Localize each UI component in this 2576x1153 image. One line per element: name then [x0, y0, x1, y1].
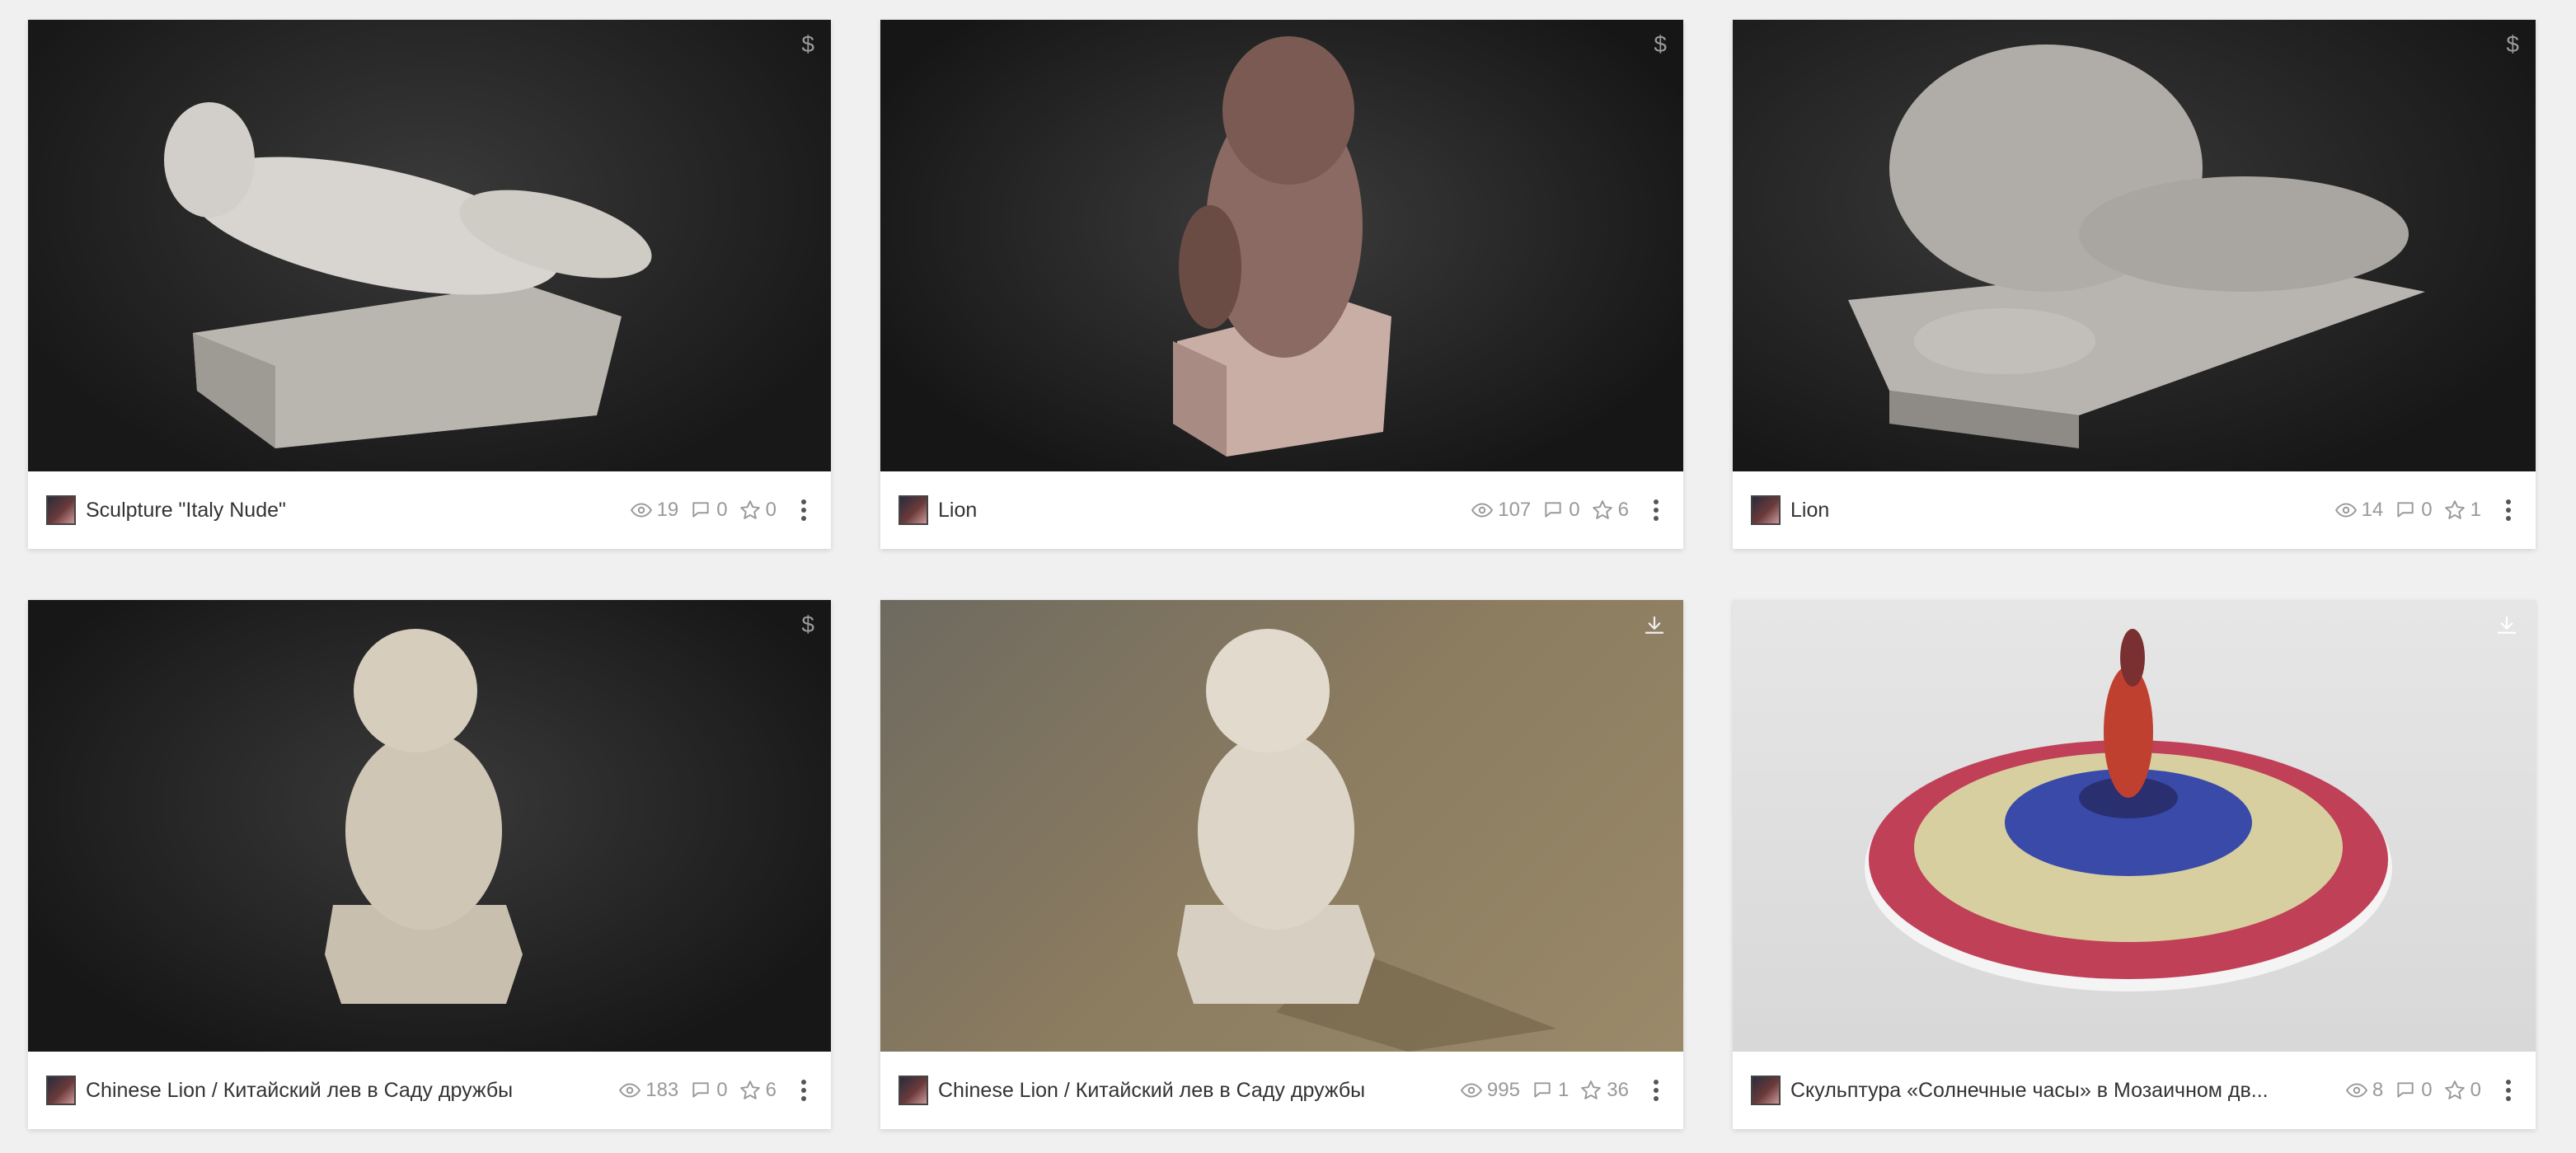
- likes-count: 6: [765, 1079, 777, 1101]
- comments-count: 1: [1557, 1079, 1570, 1101]
- sculpture-image: [164, 102, 652, 448]
- sculpture-image: [1865, 629, 2392, 991]
- model-card[interactable]: $ Sculpture "Italy Nude" 19 0 0: [28, 20, 831, 549]
- download-icon: [1642, 613, 1667, 638]
- model-thumbnail[interactable]: $: [28, 20, 831, 471]
- comments-count: 0: [2421, 499, 2433, 521]
- sculpture-image: [325, 629, 523, 1004]
- sculpture-image: [1173, 36, 1391, 457]
- eye-icon: [1460, 1083, 1482, 1098]
- eye-icon: [2345, 1083, 2367, 1098]
- comments-count: 0: [716, 1079, 728, 1101]
- sculpture-image: [1177, 629, 1556, 1052]
- more-options-icon[interactable]: [1644, 1074, 1668, 1107]
- comments-count: 0: [2421, 1079, 2433, 1101]
- model-grid: $ Sculpture "Italy Nude" 19 0 0 $ Lion 1…: [28, 20, 2536, 1129]
- views-stat: 995: [1460, 1079, 1520, 1102]
- model-title[interactable]: Chinese Lion / Китайский лев в Саду друж…: [938, 1079, 1436, 1103]
- comments-stat: 0: [1542, 499, 1580, 522]
- download-icon: [2494, 613, 2519, 638]
- views-count: 107: [1498, 499, 1532, 521]
- avatar[interactable]: [46, 1076, 76, 1105]
- avatar[interactable]: [1751, 495, 1781, 525]
- comments-stat: 0: [2395, 499, 2433, 522]
- likes-count: 36: [1607, 1079, 1629, 1101]
- price-icon: $: [2506, 31, 2519, 57]
- model-thumbnail[interactable]: [1733, 600, 2536, 1052]
- comments-stat: 1: [1532, 1079, 1569, 1102]
- views-count: 8: [2372, 1079, 2384, 1101]
- likes-count: 0: [2470, 1079, 2481, 1101]
- likes-stat[interactable]: 6: [739, 1079, 777, 1102]
- model-thumbnail[interactable]: $: [28, 600, 831, 1052]
- price-icon: $: [1654, 31, 1667, 57]
- likes-count: 6: [1617, 499, 1629, 521]
- model-card[interactable]: $ Lion 107 0 6: [880, 20, 1683, 549]
- model-title[interactable]: Скульптура «Солнечные часы» в Мозаичном …: [1790, 1079, 2321, 1103]
- views-count: 183: [645, 1079, 679, 1101]
- model-card[interactable]: Скульптура «Солнечные часы» в Мозаичном …: [1733, 600, 2536, 1129]
- eye-icon: [619, 1083, 641, 1098]
- comments-stat: 0: [690, 499, 728, 522]
- comment-icon: [2397, 502, 2414, 518]
- eye-icon: [2334, 503, 2357, 518]
- star-icon: [2444, 1080, 2465, 1099]
- likes-count: 1: [2470, 499, 2481, 521]
- views-stat: 183: [619, 1079, 678, 1102]
- more-options-icon[interactable]: [1644, 494, 1668, 527]
- avatar[interactable]: [899, 1076, 928, 1105]
- star-icon: [2444, 500, 2465, 519]
- model-thumbnail[interactable]: [880, 600, 1683, 1052]
- eye-icon: [1471, 503, 1494, 518]
- comments-count: 0: [1569, 499, 1580, 521]
- more-options-icon[interactable]: [2496, 494, 2521, 527]
- comment-icon: [2397, 1082, 2414, 1098]
- model-thumbnail[interactable]: $: [880, 20, 1683, 471]
- price-icon: $: [801, 612, 814, 637]
- comment-icon: [1534, 1082, 1551, 1098]
- model-thumbnail[interactable]: $: [1733, 20, 2536, 471]
- avatar[interactable]: [899, 495, 928, 525]
- model-card[interactable]: Chinese Lion / Китайский лев в Саду друж…: [880, 600, 1683, 1129]
- comments-count: 0: [716, 499, 728, 521]
- star-icon: [1581, 1080, 1602, 1099]
- star-icon: [1592, 500, 1612, 519]
- comment-icon: [692, 502, 709, 518]
- star-icon: [739, 500, 760, 519]
- likes-stat[interactable]: 1: [2444, 499, 2481, 522]
- model-title[interactable]: Lion: [938, 499, 1447, 523]
- model-card[interactable]: $ Chinese Lion / Китайский лев в Саду др…: [28, 600, 831, 1129]
- more-options-icon[interactable]: [2496, 1074, 2521, 1107]
- price-icon: $: [801, 31, 814, 57]
- comment-icon: [1545, 502, 1561, 518]
- views-stat: 14: [2334, 499, 2384, 522]
- model-title[interactable]: Lion: [1790, 499, 2311, 523]
- views-count: 995: [1486, 1079, 1520, 1101]
- views-count: 19: [656, 499, 679, 521]
- comments-stat: 0: [690, 1079, 728, 1102]
- more-options-icon[interactable]: [791, 494, 816, 527]
- model-card[interactable]: $ Lion 14 0 1: [1733, 20, 2536, 549]
- model-title[interactable]: Chinese Lion / Китайский лев в Саду друж…: [86, 1079, 594, 1103]
- likes-stat[interactable]: 36: [1580, 1079, 1629, 1102]
- views-stat: 8: [2345, 1079, 2384, 1102]
- likes-count: 0: [765, 499, 777, 521]
- eye-icon: [630, 503, 652, 518]
- views-count: 14: [2361, 499, 2384, 521]
- comment-icon: [692, 1082, 709, 1098]
- model-title[interactable]: Sculpture "Italy Nude": [86, 499, 606, 523]
- likes-stat[interactable]: 0: [2444, 1079, 2481, 1102]
- sculpture-image: [1848, 45, 2425, 448]
- views-stat: 107: [1471, 499, 1531, 522]
- avatar[interactable]: [1751, 1076, 1781, 1105]
- comments-stat: 0: [2395, 1079, 2433, 1102]
- likes-stat[interactable]: 0: [739, 499, 777, 522]
- views-stat: 19: [630, 499, 679, 522]
- more-options-icon[interactable]: [791, 1074, 816, 1107]
- likes-stat[interactable]: 6: [1592, 499, 1629, 522]
- star-icon: [739, 1080, 760, 1099]
- avatar[interactable]: [46, 495, 76, 525]
